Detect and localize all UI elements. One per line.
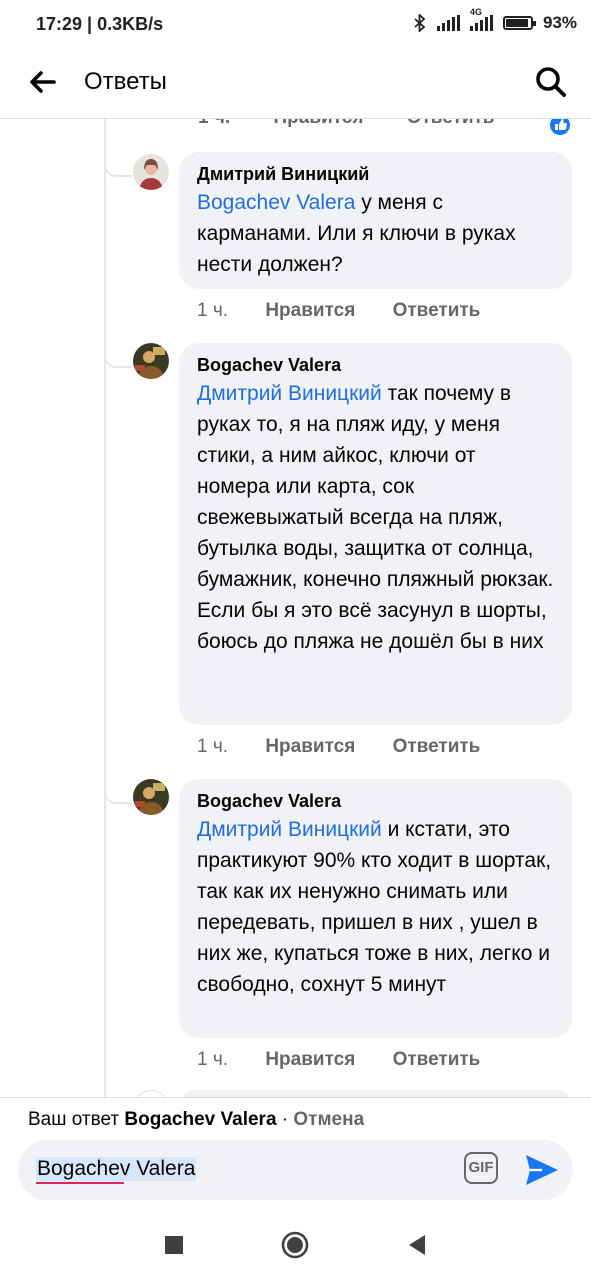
reply-input-text[interactable]: Bogachev Valera [36, 1157, 197, 1184]
comment-time: 1 ч. [198, 119, 230, 128]
reply-target-name: Bogachev Valera [124, 1109, 277, 1130]
thread-connector [104, 155, 132, 177]
avatar[interactable] [133, 154, 169, 190]
reply-button[interactable]: Ответить [393, 300, 481, 321]
next-comment-bubble [179, 1090, 572, 1097]
avatar[interactable] [133, 343, 169, 379]
like-reaction-icon [550, 119, 570, 135]
battery-level: 93% [542, 13, 577, 32]
reply-target: Ваш ответ Bogachev Valera · Отмена [28, 1109, 364, 1131]
replies-feed[interactable]: 1 ч. Нравится Ответить Дмитрий Виницкий … [0, 119, 591, 1097]
system-nav-bar [0, 1210, 591, 1280]
comment-actions: 1 ч. Нравится Ответить [197, 300, 480, 322]
comment-actions: 1 ч. Нравится Ответить [197, 1049, 480, 1071]
like-button[interactable]: Нравится [273, 119, 363, 128]
comment-bubble[interactable]: Bogachev Valera Дмитрий Виницкий так поч… [179, 343, 572, 725]
comment-text: Bogachev Valera у меня с карманами. Или … [197, 187, 554, 280]
status-time-speed: 17:29 | 0.3KB/s [36, 14, 164, 34]
thread-connector [104, 346, 132, 368]
reply-button[interactable]: Ответить [407, 119, 495, 128]
cancel-button[interactable]: Отмена [293, 1109, 364, 1130]
like-button[interactable]: Нравится [265, 736, 355, 757]
comment-bubble[interactable]: Дмитрий Виницкий Bogachev Valera у меня … [179, 152, 572, 289]
reply-input[interactable]: Bogachev Valera GIF [18, 1140, 573, 1200]
network-type: 4G [469, 7, 482, 17]
mention-link[interactable]: Bogachev Valera [197, 191, 355, 214]
mention-link[interactable]: Дмитрий Виницкий [197, 382, 382, 405]
status-icons: 4G 93% [413, 7, 577, 33]
avatar[interactable] [133, 779, 169, 815]
circle-icon[interactable] [280, 1230, 310, 1260]
comment-author[interactable]: Bogachev Valera [197, 352, 554, 378]
comment-actions: 1 ч. Нравится Ответить [197, 736, 480, 758]
battery-icon [502, 16, 536, 30]
comment-time: 1 ч. [197, 1049, 229, 1070]
signal-icon [436, 15, 460, 31]
thread-line [104, 119, 106, 1097]
like-button[interactable]: Нравится [265, 300, 355, 321]
comment-author[interactable]: Bogachev Valera [197, 788, 554, 814]
page-title: Ответы [84, 68, 167, 95]
next-comment-avatar [133, 1090, 169, 1097]
previous-comment-actions: 1 ч. Нравится Ответить [198, 119, 533, 129]
search-icon[interactable] [533, 64, 569, 100]
gif-button[interactable]: GIF [464, 1152, 498, 1184]
like-button[interactable]: Нравится [265, 1049, 355, 1070]
send-icon[interactable] [524, 1153, 560, 1187]
comment-text: Дмитрий Виницкий и кстати, это практикую… [197, 814, 554, 1000]
comment-time: 1 ч. [197, 300, 229, 321]
status-bar: 17:29 | 0.3KB/s 4G 93% [0, 0, 591, 52]
arrow-left-icon[interactable] [26, 66, 58, 98]
comment-author[interactable]: Дмитрий Виницкий [197, 161, 554, 187]
app-header: Ответы [0, 52, 591, 119]
comment-bubble[interactable]: Bogachev Valera Дмитрий Виницкий и кстат… [179, 779, 572, 1038]
bluetooth-icon [414, 14, 426, 32]
comment-body: и кстати, это практикуют 90% кто ходит в… [197, 818, 552, 996]
signal-4g-icon: 4G [469, 7, 493, 31]
comment-time: 1 ч. [197, 736, 229, 757]
reply-composer: Ваш ответ Bogachev Valera · Отмена Bogac… [0, 1097, 591, 1211]
reply-button[interactable]: Ответить [393, 736, 481, 757]
triangle-icon[interactable] [402, 1230, 432, 1260]
comment-body: так почему в руках то, я на пляж иду, у … [197, 382, 554, 653]
mention-link[interactable]: Дмитрий Виницкий [197, 818, 382, 841]
thread-connector [104, 782, 132, 804]
square-icon[interactable] [159, 1230, 189, 1260]
separator: · [276, 1109, 294, 1130]
comment-text: Дмитрий Виницкий так почему в руках то, … [197, 378, 554, 657]
reply-button[interactable]: Ответить [393, 1049, 481, 1070]
reply-prefix: Ваш ответ [28, 1109, 125, 1130]
